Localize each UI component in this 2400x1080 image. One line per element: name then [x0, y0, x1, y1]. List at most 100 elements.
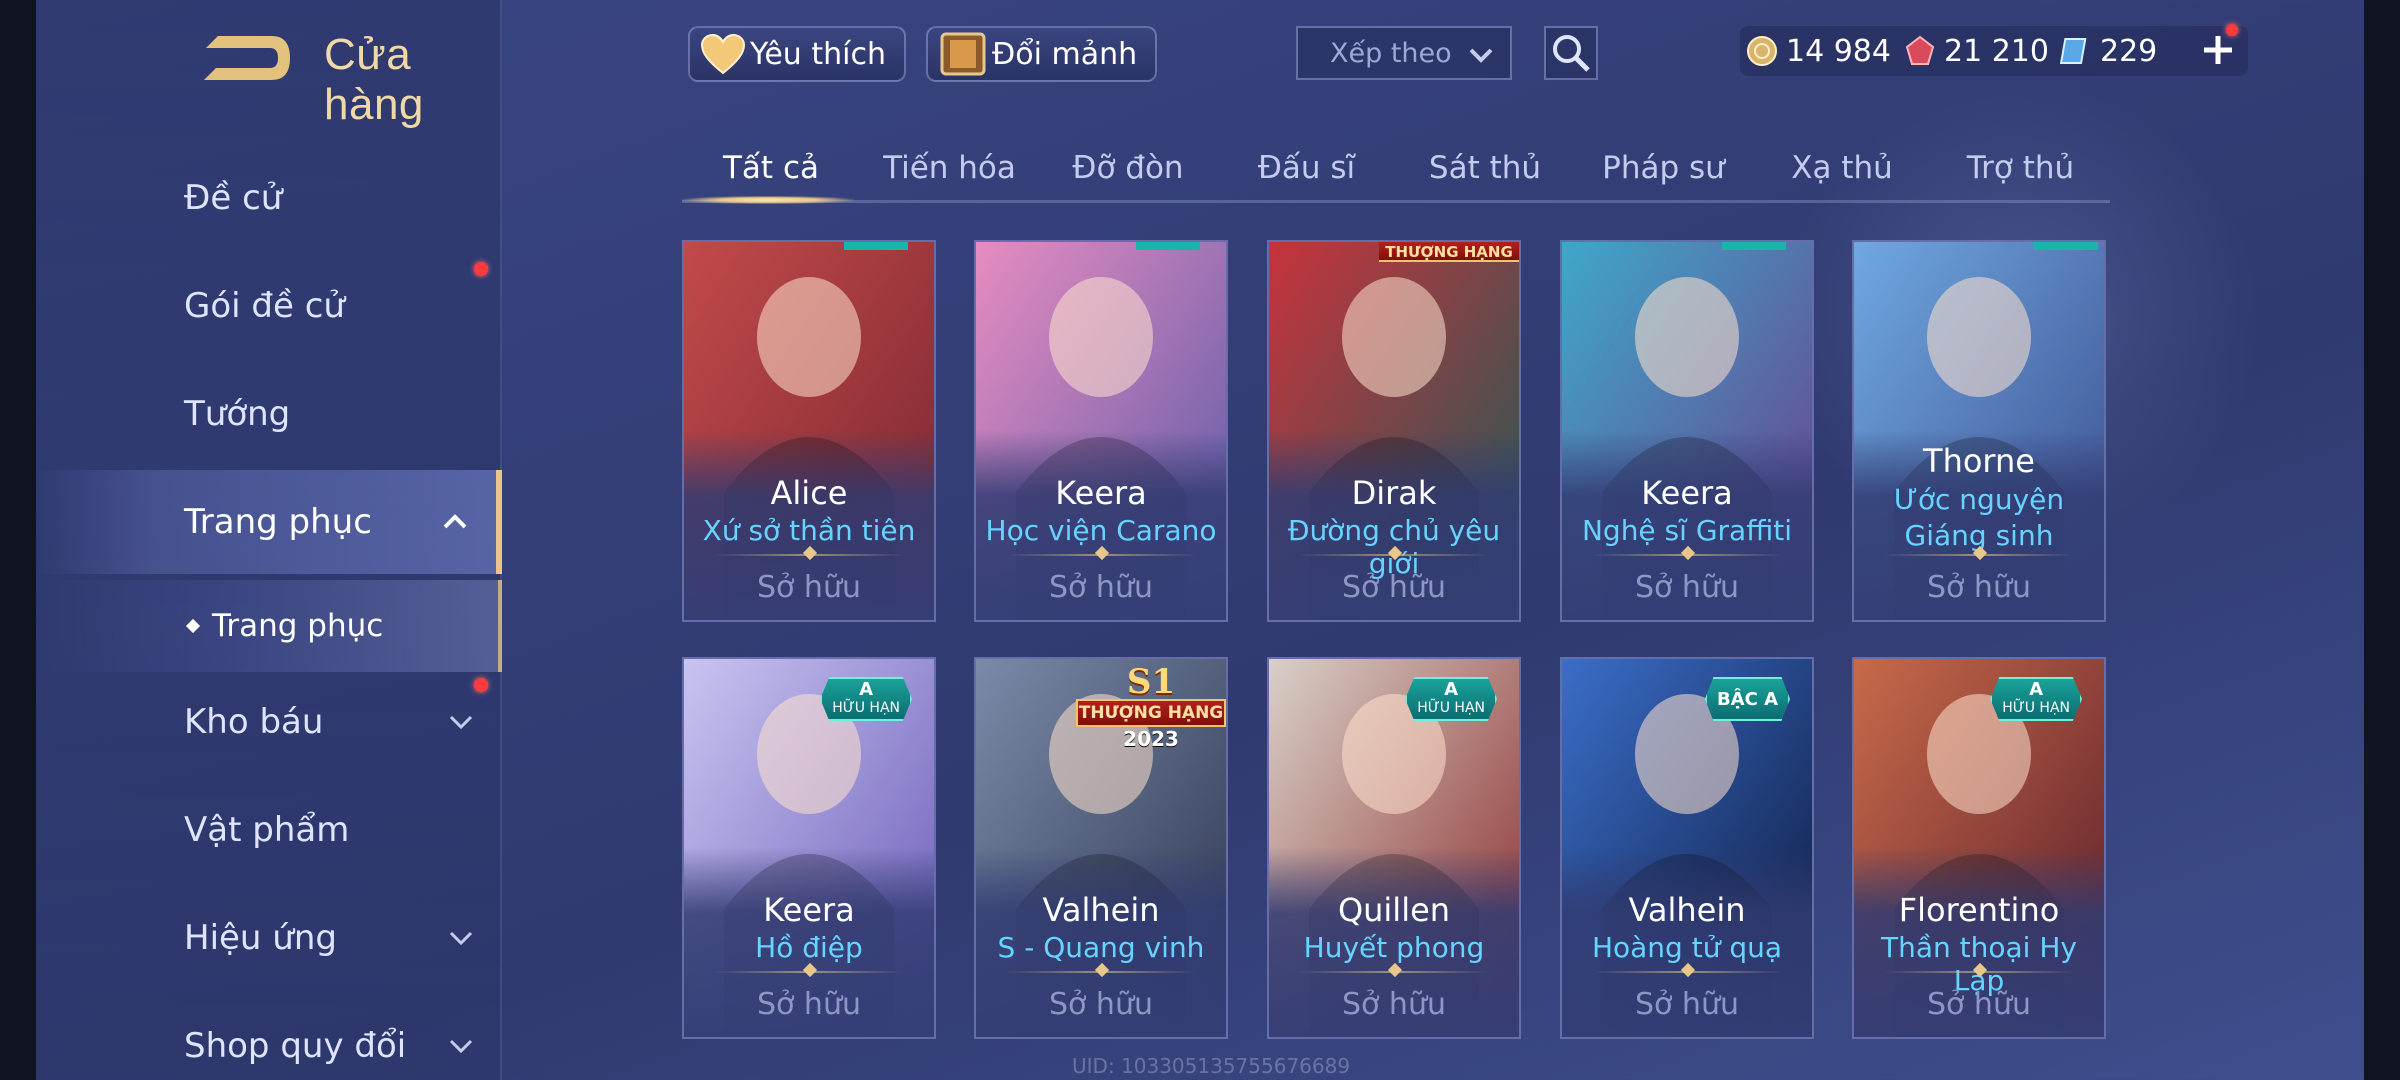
- skin-card[interactable]: Valhein Hoàng tử quạ Sở hữu BẬC A: [1560, 657, 1814, 1039]
- skin-card[interactable]: Keera Học viện Carano Sở hữu: [974, 240, 1228, 622]
- rarity-label: HỮU HẠN: [1417, 700, 1485, 716]
- exchange-shards-label: Đổi mảnh: [992, 36, 1138, 72]
- sidebar-item-label: Đề cử: [184, 178, 283, 218]
- ownership-status: Sở hữu: [757, 570, 861, 605]
- sidebar-item-recommended[interactable]: Đề cử: [36, 146, 502, 250]
- currency-bar: 14 984 21 210 229: [1740, 26, 2248, 76]
- skin-name: S - Quang vinh: [997, 931, 1205, 964]
- tab-fighter[interactable]: Đấu sĩ: [1218, 140, 1396, 200]
- shard-book-icon: [940, 32, 986, 76]
- ownership-status: Sở hữu: [1927, 987, 2031, 1022]
- gem-amount: 21 210: [1944, 33, 2049, 69]
- rarity-badge: A HỮU HẠN: [820, 677, 912, 721]
- chevron-down-icon: [449, 715, 473, 730]
- skin-name: Hồ điệp: [755, 931, 863, 964]
- season-label: S1: [1126, 662, 1176, 702]
- chevron-up-icon: [443, 514, 467, 529]
- sidebar-item-heroes[interactable]: Tướng: [36, 362, 502, 466]
- tab-marksman[interactable]: Xạ thủ: [1753, 140, 1931, 200]
- rarity-grade: BẬC A: [1716, 689, 1778, 710]
- hero-name: Keera: [1641, 474, 1733, 512]
- hero-name: Quillen: [1337, 891, 1451, 929]
- ownership-status: Sở hữu: [1635, 987, 1739, 1022]
- sidebar-subitem-skins[interactable]: Trang phục: [36, 580, 502, 672]
- sidebar-item-label: Gói đề cử: [184, 286, 345, 326]
- tab-assassin[interactable]: Sát thủ: [1396, 140, 1574, 200]
- ownership-status: Sở hữu: [1049, 987, 1153, 1022]
- ownership-status: Sở hữu: [757, 987, 861, 1022]
- skin-card[interactable]: Florentino Thần thoại Hy Lạp Sở hữu A HỮU…: [1852, 657, 2106, 1039]
- uid-watermark: UID: 103305135755676689: [1072, 1054, 1351, 1078]
- currency-gems: 21 210: [1904, 26, 2049, 76]
- sidebar-item-effects[interactable]: Hiệu ứng: [36, 886, 502, 990]
- rarity-grade: A: [859, 679, 874, 700]
- tab-tank[interactable]: Đỡ đòn: [1039, 140, 1217, 200]
- bullet-icon: [185, 618, 201, 634]
- ownership-status: Sở hữu: [1342, 987, 1446, 1022]
- sidebar-item-skins[interactable]: Trang phục: [36, 470, 502, 574]
- gold-coin-icon: [1747, 36, 1777, 66]
- ownership-status: Sở hữu: [1927, 570, 2031, 605]
- skin-card[interactable]: Keera Nghệ sĩ Graffiti Sở hữu: [1560, 240, 1814, 622]
- skin-card[interactable]: Quillen Huyết phong Sở hữu A HỮU HẠN: [1267, 657, 1521, 1039]
- skin-card[interactable]: Thorne Ước nguyện Giáng sinh Sở hữu: [1852, 240, 2106, 622]
- back-arrow-icon: [204, 36, 290, 80]
- rarity-label: HỮU HẠN: [832, 700, 900, 716]
- hero-name: Valhein: [1628, 891, 1746, 929]
- sidebar: Cửa hàng Đề cử Gói đề cử Tướng Trang phụ…: [36, 0, 502, 1080]
- premium-badge: THƯỢNG HẠNG: [1379, 242, 1519, 262]
- tabs-divider: [682, 200, 2110, 203]
- skin-name: Xứ sở thần tiên: [702, 514, 916, 547]
- notification-dot: [2226, 24, 2238, 36]
- sort-dropdown-label: Xếp theo: [1330, 37, 1452, 69]
- chevron-down-icon: [449, 1039, 473, 1054]
- add-currency-button[interactable]: [2196, 24, 2240, 72]
- voucher-icon: [2060, 38, 2087, 64]
- chevron-down-icon: [449, 931, 473, 946]
- rarity-label: HỮU HẠN: [2002, 700, 2070, 716]
- skin-card[interactable]: Alice Xứ sở thần tiên Sở hữu: [682, 240, 936, 622]
- sidebar-item-label: Vật phẩm: [184, 810, 350, 850]
- sort-dropdown[interactable]: Xếp theo: [1296, 26, 1512, 80]
- notification-dot: [474, 678, 488, 692]
- sidebar-item-exchange-shop[interactable]: Shop quy đổi: [36, 994, 502, 1080]
- sidebar-item-recommended-packs[interactable]: Gói đề cử: [36, 254, 502, 358]
- rarity-badge-edge: [1722, 242, 1786, 250]
- sidebar-item-label: Shop quy đổi: [184, 1026, 407, 1066]
- heart-icon: [700, 33, 746, 75]
- favorites-button[interactable]: Yêu thích: [688, 26, 906, 82]
- chevron-down-icon: [1469, 48, 1493, 63]
- back-button[interactable]: [186, 28, 296, 90]
- sidebar-item-label: Kho báu: [184, 702, 324, 742]
- sidebar-item-treasure[interactable]: Kho báu: [36, 670, 502, 774]
- tab-support[interactable]: Trợ thủ: [1932, 140, 2110, 200]
- rarity-grade: A: [1444, 679, 1459, 700]
- hero-name: Keera: [763, 891, 855, 929]
- season-year: 2023: [1123, 727, 1179, 751]
- skin-name: Nghệ sĩ Graffiti: [1581, 514, 1793, 547]
- hero-name: Florentino: [1898, 891, 2060, 929]
- season-badge: S1 THƯỢNG HẠNG 2023: [1076, 662, 1226, 751]
- hero-name: Valhein: [1042, 891, 1160, 929]
- rarity-badge: BẬC A: [1704, 677, 1790, 721]
- sidebar-item-label: Trang phục: [184, 502, 372, 542]
- rarity-badge-edge: [1136, 242, 1200, 250]
- season-tier-label: THƯỢNG HẠNG: [1076, 699, 1226, 727]
- exchange-shards-button[interactable]: Đổi mảnh: [926, 26, 1158, 82]
- search-icon: [1553, 35, 1590, 72]
- search-button[interactable]: [1544, 26, 1598, 80]
- tab-all[interactable]: Tất cả: [682, 140, 860, 200]
- skin-card[interactable]: Dirak Đường chủ yêu giới Sở hữu THƯỢNG H…: [1267, 240, 1521, 622]
- sidebar-item-label: Hiệu ứng: [184, 918, 337, 958]
- tab-evolution[interactable]: Tiến hóa: [861, 140, 1039, 200]
- red-gem-icon: [1905, 35, 1935, 65]
- currency-vouchers: 229: [2060, 26, 2157, 76]
- ownership-status: Sở hữu: [1342, 570, 1446, 605]
- hero-name: Dirak: [1351, 474, 1437, 512]
- skin-card[interactable]: Keera Hồ điệp Sở hữu A HỮU HẠN: [682, 657, 936, 1039]
- skin-card[interactable]: Valhein S - Quang vinh Sở hữu S1 THƯỢNG …: [974, 657, 1228, 1039]
- sidebar-item-items[interactable]: Vật phẩm: [36, 778, 502, 882]
- favorites-label: Yêu thích: [750, 36, 886, 72]
- screen-right-bezel: [2364, 0, 2400, 1080]
- tab-mage[interactable]: Pháp sư: [1575, 140, 1753, 200]
